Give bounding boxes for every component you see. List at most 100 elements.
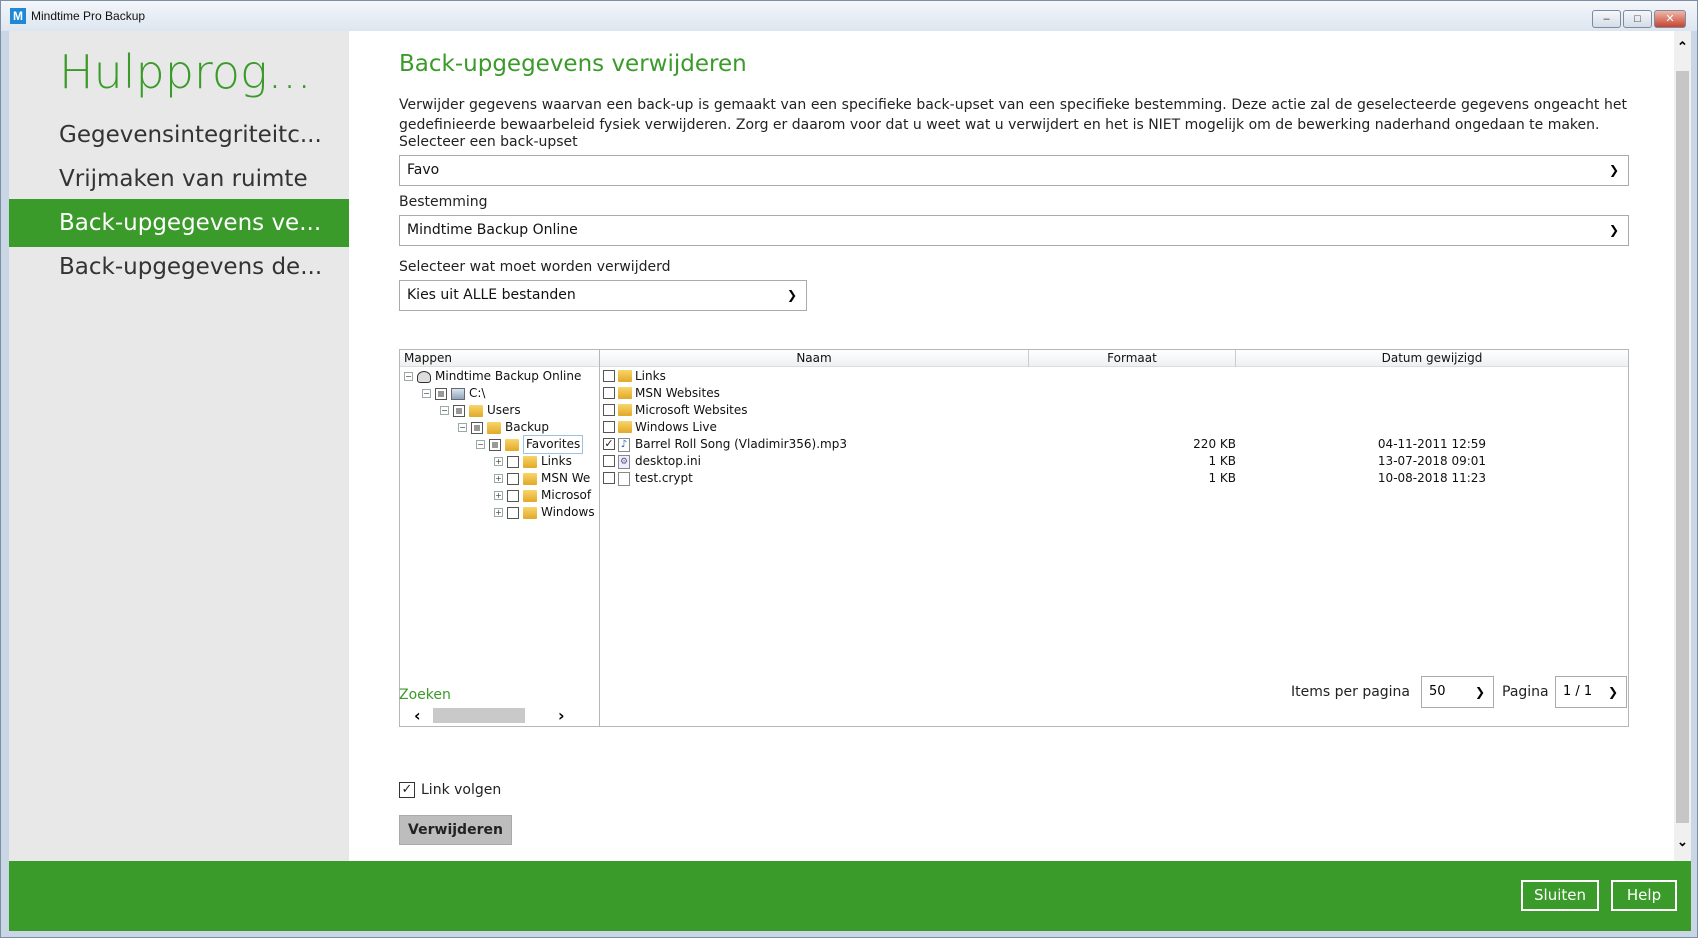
- scroll-left-icon[interactable]: ‹: [414, 706, 421, 725]
- checkbox-checked[interactable]: ✓: [603, 438, 615, 450]
- scroll-up-icon[interactable]: ⌃: [1674, 39, 1691, 55]
- page-title: Back-upgegevens verwijderen: [399, 51, 747, 77]
- select-what-dropdown[interactable]: Kies uit ALLE bestanden ❯: [399, 280, 807, 311]
- tree-node-label: C:\: [469, 386, 486, 400]
- tree-node-backup[interactable]: − Backup: [458, 419, 549, 436]
- collapse-icon[interactable]: −: [476, 440, 485, 449]
- checkbox[interactable]: [489, 438, 501, 451]
- backupset-value: Favo: [407, 162, 440, 178]
- page-dropdown[interactable]: 1 / 1 ❯: [1555, 676, 1627, 708]
- backupset-label: Selecteer een back-upset: [399, 134, 578, 150]
- drive-icon: [451, 387, 465, 400]
- tree-node-label: Microsof: [541, 488, 592, 502]
- sidebar-item-decrypt-backup-data[interactable]: Back-upgegevens de...: [9, 243, 349, 291]
- checkbox[interactable]: [603, 472, 615, 484]
- file-size: 1 KB: [1208, 471, 1236, 485]
- chevron-down-icon: ❯: [1608, 223, 1619, 237]
- tree-node-users[interactable]: − Users: [440, 402, 521, 419]
- delete-button[interactable]: Verwijderen: [399, 815, 512, 845]
- file-date: 04-11-2011 12:59: [1377, 437, 1487, 451]
- folder-icon: [618, 387, 632, 399]
- maximize-button[interactable]: □: [1623, 10, 1652, 28]
- app-window: M Mindtime Pro Backup – □ ✕ Hulpprog... …: [0, 0, 1698, 938]
- main-panel: Back-upgegevens verwijderen Verwijder ge…: [349, 31, 1679, 861]
- minimize-button[interactable]: –: [1592, 10, 1621, 28]
- collapse-icon[interactable]: −: [404, 372, 413, 381]
- checkbox[interactable]: [453, 404, 465, 417]
- tree-node-label: MSN We: [541, 471, 591, 485]
- checkbox[interactable]: [603, 455, 615, 467]
- expand-icon[interactable]: +: [494, 491, 503, 500]
- expand-icon[interactable]: +: [494, 474, 503, 483]
- file-row[interactable]: Links: [600, 368, 1628, 385]
- tree-node-links[interactable]: + Links: [494, 453, 572, 470]
- tree-node-label: Users: [487, 403, 521, 417]
- favorites-folder-icon: [505, 438, 519, 451]
- sidebar-item-integrity-check[interactable]: Gegevensintegriteitc...: [9, 111, 349, 159]
- checkbox[interactable]: [507, 472, 519, 485]
- tree-horizontal-scrollbar[interactable]: ‹ ›: [400, 704, 600, 726]
- checkbox[interactable]: [471, 421, 483, 434]
- sidebar-item-delete-backup-data[interactable]: Back-upgegevens ve...: [9, 199, 349, 247]
- tree-node-favorites[interactable]: − Favorites: [476, 435, 584, 454]
- file-row[interactable]: MSN Websites: [600, 385, 1628, 402]
- destination-dropdown[interactable]: Mindtime Backup Online ❯: [399, 215, 1629, 246]
- close-button[interactable]: Sluiten: [1521, 880, 1599, 911]
- sidebar-item-free-space[interactable]: Vrijmaken van ruimte: [9, 155, 349, 203]
- checkbox[interactable]: [435, 387, 447, 400]
- checkbox[interactable]: [603, 421, 615, 433]
- checkbox[interactable]: [507, 455, 519, 468]
- tree-node-label: Mindtime Backup Online: [435, 369, 582, 383]
- title-bar: M Mindtime Pro Backup – □ ✕: [1, 1, 1697, 31]
- column-name-header[interactable]: Naam: [600, 350, 1029, 367]
- expand-icon[interactable]: +: [494, 508, 503, 517]
- chevron-down-icon: ❯: [786, 288, 797, 302]
- file-row[interactable]: test.crypt 1 KB 10-08-2018 11:23: [600, 470, 1628, 487]
- destination-label: Bestemming: [399, 194, 488, 210]
- tree-node-microsoft[interactable]: + Microsof: [494, 487, 598, 504]
- backupset-dropdown[interactable]: Favo ❯: [399, 155, 1629, 186]
- expand-icon[interactable]: +: [494, 457, 503, 466]
- scrollbar-thumb[interactable]: [1676, 71, 1689, 823]
- file-date: 10-08-2018 11:23: [1377, 471, 1487, 485]
- scroll-down-icon[interactable]: ⌄: [1674, 834, 1691, 850]
- collapse-icon[interactable]: −: [440, 406, 449, 415]
- file-row[interactable]: ✓ ♪ Barrel Roll Song (Vladimir356).mp3 2…: [600, 436, 1628, 453]
- tree-node-drive[interactable]: − C:\: [422, 385, 485, 402]
- tree-node-label: Favorites: [523, 435, 584, 454]
- help-button[interactable]: Help: [1611, 880, 1677, 911]
- scrollbar-thumb[interactable]: [433, 708, 525, 723]
- checkbox[interactable]: [603, 404, 615, 416]
- column-date-header[interactable]: Datum gewijzigd: [1236, 350, 1628, 367]
- collapse-icon[interactable]: −: [422, 389, 431, 398]
- items-per-page-dropdown[interactable]: 50 ❯: [1421, 676, 1494, 708]
- tree-node-windows[interactable]: + Windows: [494, 504, 598, 521]
- page-label: Pagina: [1502, 684, 1549, 700]
- folder-tree-header: Mappen: [400, 350, 599, 367]
- tree-node-cloud[interactable]: − Mindtime Backup Online: [404, 368, 581, 385]
- file-row[interactable]: Windows Live: [600, 419, 1628, 436]
- select-what-value: Kies uit ALLE bestanden: [407, 287, 576, 303]
- checkbox[interactable]: [603, 387, 615, 399]
- destination-value: Mindtime Backup Online: [407, 222, 578, 238]
- follow-link-checkbox[interactable]: ✓: [399, 782, 415, 798]
- file-icon: [618, 472, 630, 486]
- follow-link-option[interactable]: ✓ Link volgen: [399, 782, 501, 798]
- file-name: Microsoft Websites: [635, 403, 748, 417]
- vertical-scrollbar[interactable]: ⌃ ⌄: [1674, 31, 1691, 861]
- column-size-header[interactable]: Formaat: [1029, 350, 1236, 367]
- checkbox[interactable]: [507, 489, 519, 502]
- checkbox[interactable]: [507, 506, 519, 519]
- scroll-right-icon[interactable]: ›: [558, 706, 565, 725]
- file-size: 220 KB: [1193, 437, 1236, 451]
- file-name: Windows Live: [635, 420, 717, 434]
- folder-icon: [523, 489, 537, 502]
- file-row[interactable]: ⚙ desktop.ini 1 KB 13-07-2018 09:01: [600, 453, 1628, 470]
- close-window-button[interactable]: ✕: [1654, 10, 1686, 28]
- file-row[interactable]: Microsoft Websites: [600, 402, 1628, 419]
- folder-icon: [487, 421, 501, 434]
- collapse-icon[interactable]: −: [458, 423, 467, 432]
- tree-node-msn[interactable]: + MSN We: [494, 470, 598, 487]
- checkbox[interactable]: [603, 370, 615, 382]
- search-link[interactable]: Zoeken: [399, 687, 451, 703]
